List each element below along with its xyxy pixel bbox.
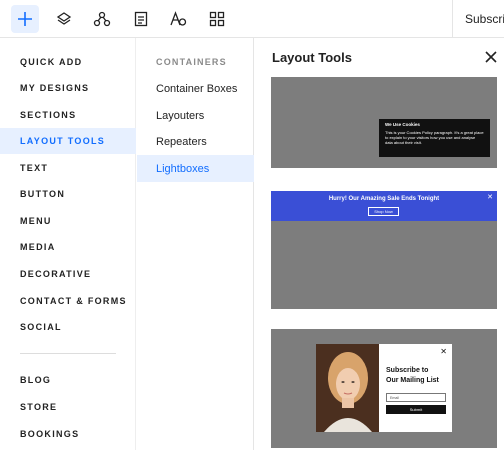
theme-icon <box>170 11 187 26</box>
pages-icon <box>134 11 148 27</box>
category-divider <box>20 353 116 354</box>
category-menu[interactable]: MENU <box>0 208 136 234</box>
grid-icon <box>209 11 225 27</box>
category-social[interactable]: SOCIAL <box>0 314 136 340</box>
sale-banner: Hurry! Our Amazing Sale Ends Tonight Sho… <box>271 191 497 221</box>
layers-button[interactable] <box>50 5 78 33</box>
toolbar-divider <box>452 0 453 38</box>
add-icon <box>18 12 32 26</box>
category-quick-add[interactable]: QUICK ADD <box>0 49 136 75</box>
cookie-notice: We Use Cookies This is your Cookies Poli… <box>379 119 490 157</box>
grid-button[interactable] <box>203 5 231 33</box>
layers-icon <box>56 12 72 25</box>
portrait-image <box>316 344 379 432</box>
submit-button: Submit <box>386 405 446 414</box>
category-blog[interactable]: BLOG <box>0 367 136 393</box>
top-toolbar: Subscrib <box>0 0 504 38</box>
category-store[interactable]: STORE <box>0 394 136 420</box>
category-media[interactable]: MEDIA <box>0 234 136 260</box>
banner-close-icon: ✕ <box>487 194 493 201</box>
subscribe-button[interactable]: Subscrib <box>465 12 504 26</box>
lightbox-preview-subscribe[interactable]: ✕ Subscribe to Our Mailing List Email Su… <box>271 329 497 448</box>
cookie-body: This is your Cookies Policy paragraph. I… <box>385 130 484 145</box>
shop-now-button: Shop Now <box>368 207 399 216</box>
cookie-title: We Use Cookies <box>385 122 420 127</box>
popup-title-line2: Our Mailing List <box>386 377 439 384</box>
banner-text: Hurry! Our Amazing Sale Ends Tonight <box>328 196 440 202</box>
sub-item-repeaters[interactable]: Repeaters <box>137 128 254 155</box>
apps-icon <box>93 11 111 27</box>
sub-item-container-boxes[interactable]: Container Boxes <box>137 75 254 102</box>
category-decorative[interactable]: DECORATIVE <box>0 261 136 287</box>
panel-title: Layout Tools <box>272 50 352 65</box>
pages-button[interactable] <box>127 5 155 33</box>
subscribe-form: ✕ Subscribe to Our Mailing List Email Su… <box>379 344 452 432</box>
sub-item-layouters[interactable]: Layouters <box>137 102 254 129</box>
popup-title-line1: Subscribe to <box>386 367 429 374</box>
email-field: Email <box>386 393 446 402</box>
add-button[interactable] <box>11 5 39 33</box>
category-bookings[interactable]: BOOKINGS <box>0 421 136 447</box>
subcategory-heading: CONTAINERS <box>156 57 227 67</box>
subcategory-list: CONTAINERS Container Boxes Layouters Rep… <box>137 38 254 450</box>
close-icon[interactable] <box>484 50 498 64</box>
lightbox-preview-sale[interactable]: Hurry! Our Amazing Sale Ends Tonight Sho… <box>271 191 497 309</box>
category-button[interactable]: BUTTON <box>0 181 136 207</box>
layout-tools-panel: Layout Tools We Use Cookies This is your… <box>255 38 504 450</box>
category-sections[interactable]: SECTIONS <box>0 102 136 128</box>
subscribe-popup: ✕ Subscribe to Our Mailing List Email Su… <box>316 344 452 432</box>
category-text[interactable]: TEXT <box>0 155 136 181</box>
sub-item-lightboxes[interactable]: Lightboxes <box>137 155 254 182</box>
popup-close-icon: ✕ <box>440 347 447 356</box>
category-list: QUICK ADD MY DESIGNS SECTIONS LAYOUT TOO… <box>0 38 136 450</box>
category-contact-forms[interactable]: CONTACT & FORMS <box>0 288 136 314</box>
lightbox-preview-cookies[interactable]: We Use Cookies This is your Cookies Poli… <box>271 77 497 168</box>
category-layout-tools[interactable]: LAYOUT TOOLS <box>0 128 136 154</box>
theme-button[interactable] <box>164 5 192 33</box>
apps-button[interactable] <box>88 5 116 33</box>
category-my-designs[interactable]: MY DESIGNS <box>0 75 136 101</box>
